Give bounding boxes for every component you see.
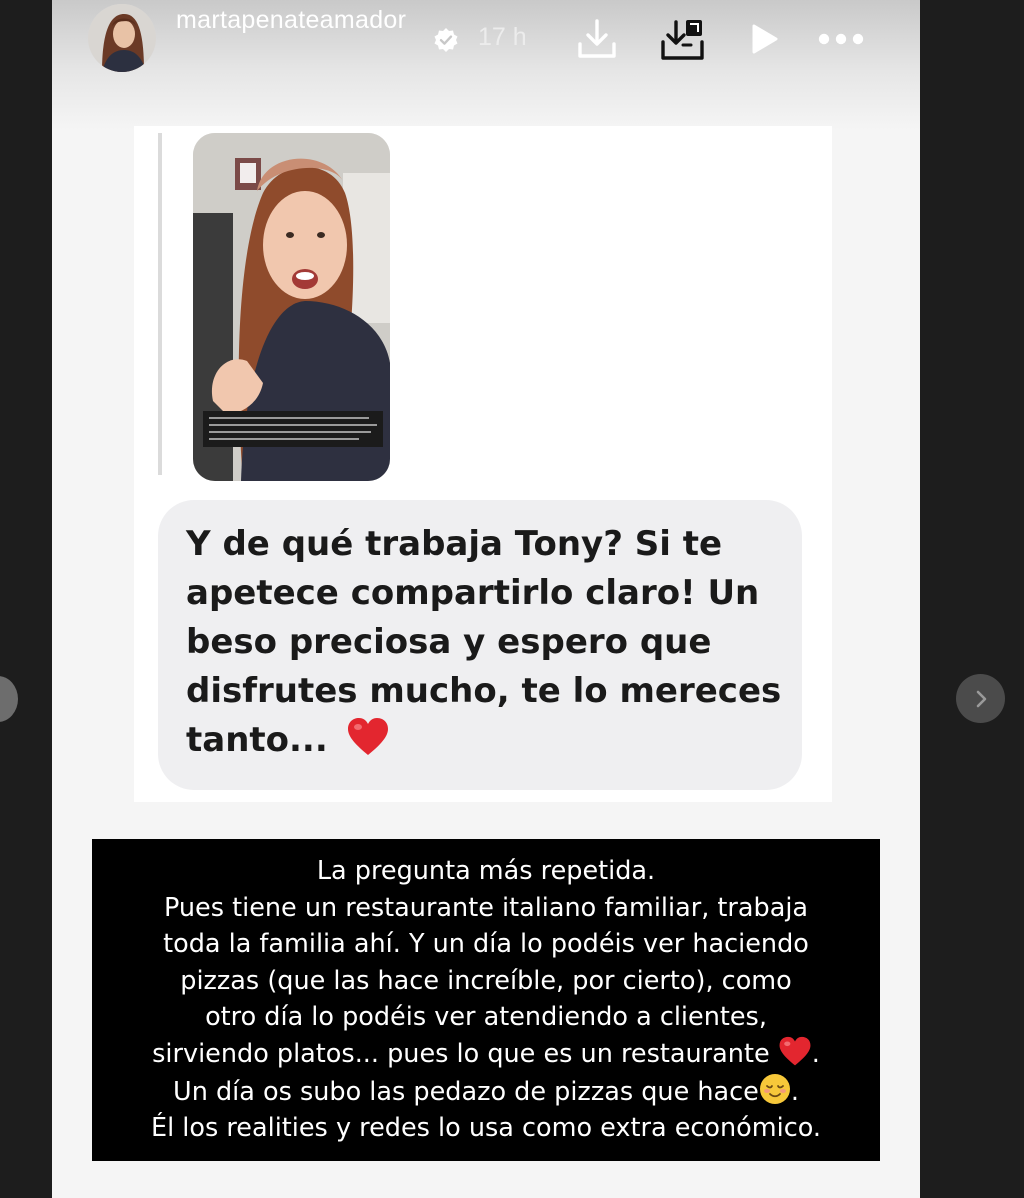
avatar[interactable] <box>88 4 156 72</box>
next-story-button[interactable] <box>956 674 1005 723</box>
answer-line-6-period: . <box>811 1038 820 1069</box>
avatar-image <box>88 4 156 72</box>
download-button[interactable] <box>572 14 622 64</box>
answer-line-6-wrap: sirviendo platos... pues lo que es un re… <box>92 1036 880 1073</box>
red-heart-icon <box>347 718 388 755</box>
save-download-button[interactable] <box>658 14 708 64</box>
reply-indicator-line <box>158 133 162 475</box>
answer-line-8: Él los realities y redes lo usa como ext… <box>151 1113 821 1144</box>
red-heart-icon <box>779 1036 811 1066</box>
quoted-message-line-2: apetece compartirlo claro! Un <box>186 573 760 613</box>
answer-line-7-wrap: Un día os subo las pedazo de pizzas que … <box>92 1073 880 1111</box>
story-header: martapenateamador 17 h <box>52 0 920 90</box>
answer-line-7: Un día os subo las pedazo de pizzas que … <box>173 1076 759 1107</box>
play-icon <box>752 24 778 54</box>
answer-text: La pregunta más repetida. Pues tiene un … <box>92 853 880 1147</box>
quoted-message-line-1: Y de qué trabaja Tony? Si te <box>186 524 723 564</box>
answer-line-7-period: . <box>790 1076 799 1107</box>
save-download-icon <box>661 20 704 60</box>
story-timestamp: 17 h <box>478 23 527 51</box>
more-icon <box>818 33 864 45</box>
left-backdrop <box>0 0 52 1198</box>
answer-line-1: La pregunta más repetida. <box>316 856 656 886</box>
verified-badge-icon <box>432 26 460 54</box>
download-icon <box>578 19 616 58</box>
chevron-right-icon <box>976 690 986 707</box>
replied-story-thumbnail <box>193 133 390 481</box>
quoted-message-line-5: tanto... <box>186 720 328 760</box>
more-options-button[interactable] <box>816 14 866 64</box>
answer-line-3: toda la familia ahí. Y un día lo podéis … <box>163 929 809 960</box>
play-button[interactable] <box>738 14 788 64</box>
quoted-message-line-3: beso preciosa y espero que <box>186 622 712 662</box>
answer-line-2: Pues tiene un restaurante italiano famil… <box>163 892 809 923</box>
username[interactable]: martapenateamador <box>176 4 436 37</box>
quoted-message-bubble: Y de qué trabaja Tony? Si te apetece com… <box>158 500 802 790</box>
answer-line-5: otro día lo podéis ver atendiendo a clie… <box>205 1002 767 1033</box>
answer-text-box: La pregunta más repetida. Pues tiene un … <box>92 839 880 1161</box>
quoted-message-text: Y de qué trabaja Tony? Si te apetece com… <box>186 520 786 765</box>
answer-line-4: pizzas (que las hace increíble, por cier… <box>180 965 792 996</box>
story-viewer[interactable]: martapenateamador 17 h Y de qué trabaja … <box>52 0 920 1198</box>
quoted-message-line-4: disfrutes mucho, te lo mereces <box>186 671 782 711</box>
answer-line-6: sirviendo platos... pues lo que es un re… <box>152 1038 770 1069</box>
relieved-face-icon <box>759 1073 790 1104</box>
right-backdrop <box>920 0 1024 1198</box>
